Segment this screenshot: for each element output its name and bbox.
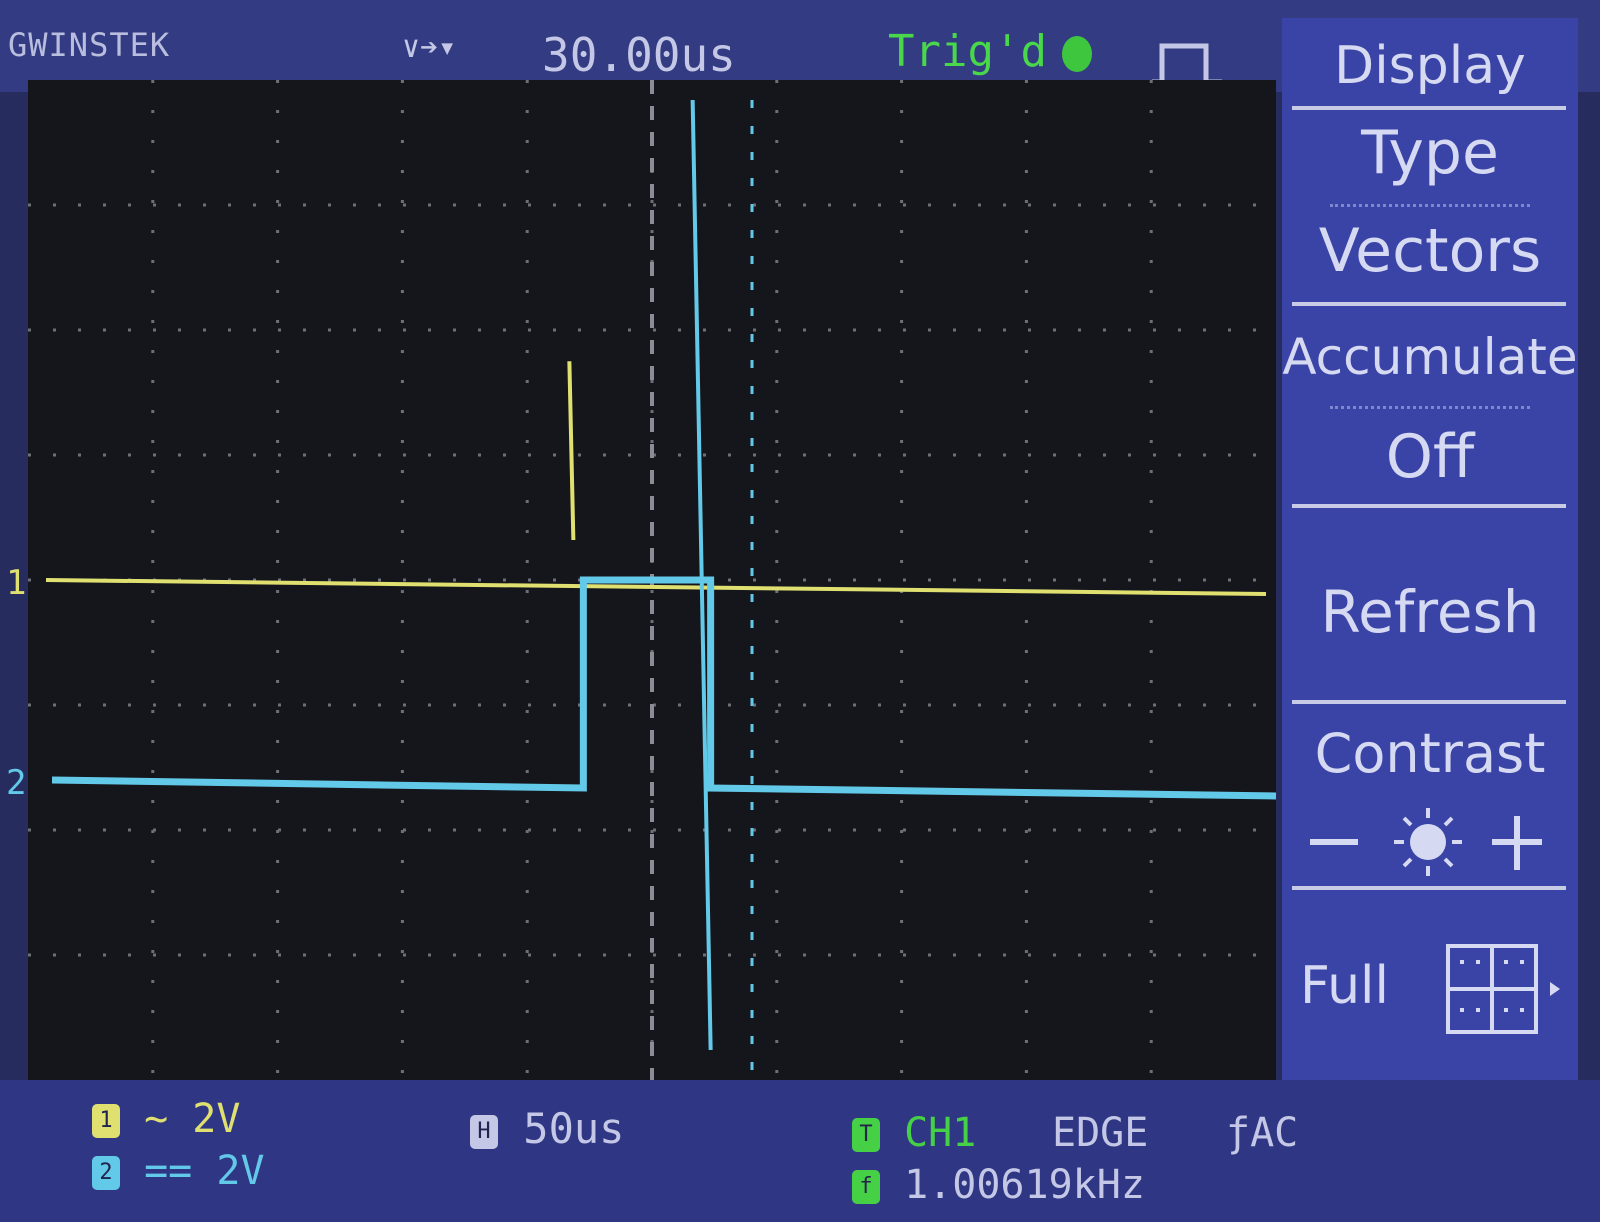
ch2-scale: 2V — [216, 1148, 265, 1194]
frequency-value: 1.00619kHz — [904, 1162, 1145, 1208]
frequency-icon: f — [852, 1170, 880, 1204]
more-arrow-icon — [1550, 982, 1560, 996]
menu-graticule-label[interactable]: Full — [1300, 956, 1410, 1016]
menu-accumulate-value[interactable]: Off — [1282, 422, 1578, 492]
menu-divider — [1292, 700, 1566, 704]
oscilloscope-display: GWINSTEK ∨➔▾ 30.00us Trig'd 12 Display T… — [0, 0, 1600, 1222]
display-menu: Display Type Vectors Accumulate Off Refr… — [1282, 18, 1578, 1112]
ch2-marker: 2 — [6, 763, 26, 803]
contrast-increase-icon — [1492, 816, 1542, 870]
refresh-button[interactable]: Refresh — [1282, 578, 1578, 646]
menu-accumulate-label[interactable]: Accumulate — [1282, 328, 1578, 386]
menu-dots — [1330, 406, 1530, 421]
trigger-status: Trig'd — [888, 26, 1047, 77]
ch2-setting: 2 == 2V — [92, 1148, 265, 1194]
graticule-full-icon[interactable] — [1446, 944, 1566, 1036]
ch2-badge: 2 — [92, 1156, 120, 1190]
menu-divider — [1292, 886, 1566, 890]
brightness-icon — [1394, 808, 1462, 876]
timebase-value: 50us — [523, 1104, 625, 1153]
menu-title: Display — [1334, 36, 1526, 96]
trigger-coupling: ƒAC — [1226, 1110, 1299, 1156]
ch1-spike — [567, 361, 576, 541]
trigger-source: T CH1 — [852, 1110, 976, 1156]
menu-type-value[interactable]: Vectors — [1282, 216, 1578, 286]
menu-divider — [1292, 302, 1566, 306]
ch2-trace — [51, 576, 1277, 800]
menu-divider — [1292, 504, 1566, 508]
menu-type-label[interactable]: Type — [1282, 118, 1578, 188]
trigger-indicator-icon — [1062, 36, 1092, 72]
timebase-readout: H 50us — [470, 1104, 624, 1153]
ch1-badge: 1 — [92, 1104, 120, 1138]
trigger-source-icon: T — [852, 1118, 880, 1152]
ch1-scale: 2V — [192, 1096, 241, 1142]
frequency-readout: f 1.00619kHz — [852, 1162, 1145, 1208]
ch1-setting: 1 ~ 2V — [92, 1096, 240, 1142]
brand-logo: GWINSTEK — [8, 26, 171, 64]
graticule: 12 — [6, 80, 1277, 1080]
timebase-icon: H — [470, 1114, 498, 1149]
ch2-coupling: == — [144, 1148, 193, 1194]
contrast-control[interactable] — [1310, 804, 1550, 884]
trigger-source-value: CH1 — [904, 1110, 977, 1156]
menu-divider — [1292, 106, 1566, 110]
menu-contrast-label[interactable]: Contrast — [1282, 722, 1578, 785]
horizontal-position-icons: ∨➔▾ — [402, 30, 457, 65]
ch2-edge — [690, 99, 713, 1051]
ch1-coupling: ~ — [144, 1096, 169, 1142]
ch1-marker: 1 — [6, 563, 26, 603]
status-bar-bottom: 1 ~ 2V 2 == 2V H 50us T CH1 EDGE ƒAC f 1… — [0, 1080, 1600, 1222]
trigger-type: EDGE — [1052, 1110, 1149, 1156]
waveform-area[interactable]: 12 — [6, 80, 1277, 1080]
horizontal-offset-readout: 30.00us — [542, 28, 736, 82]
